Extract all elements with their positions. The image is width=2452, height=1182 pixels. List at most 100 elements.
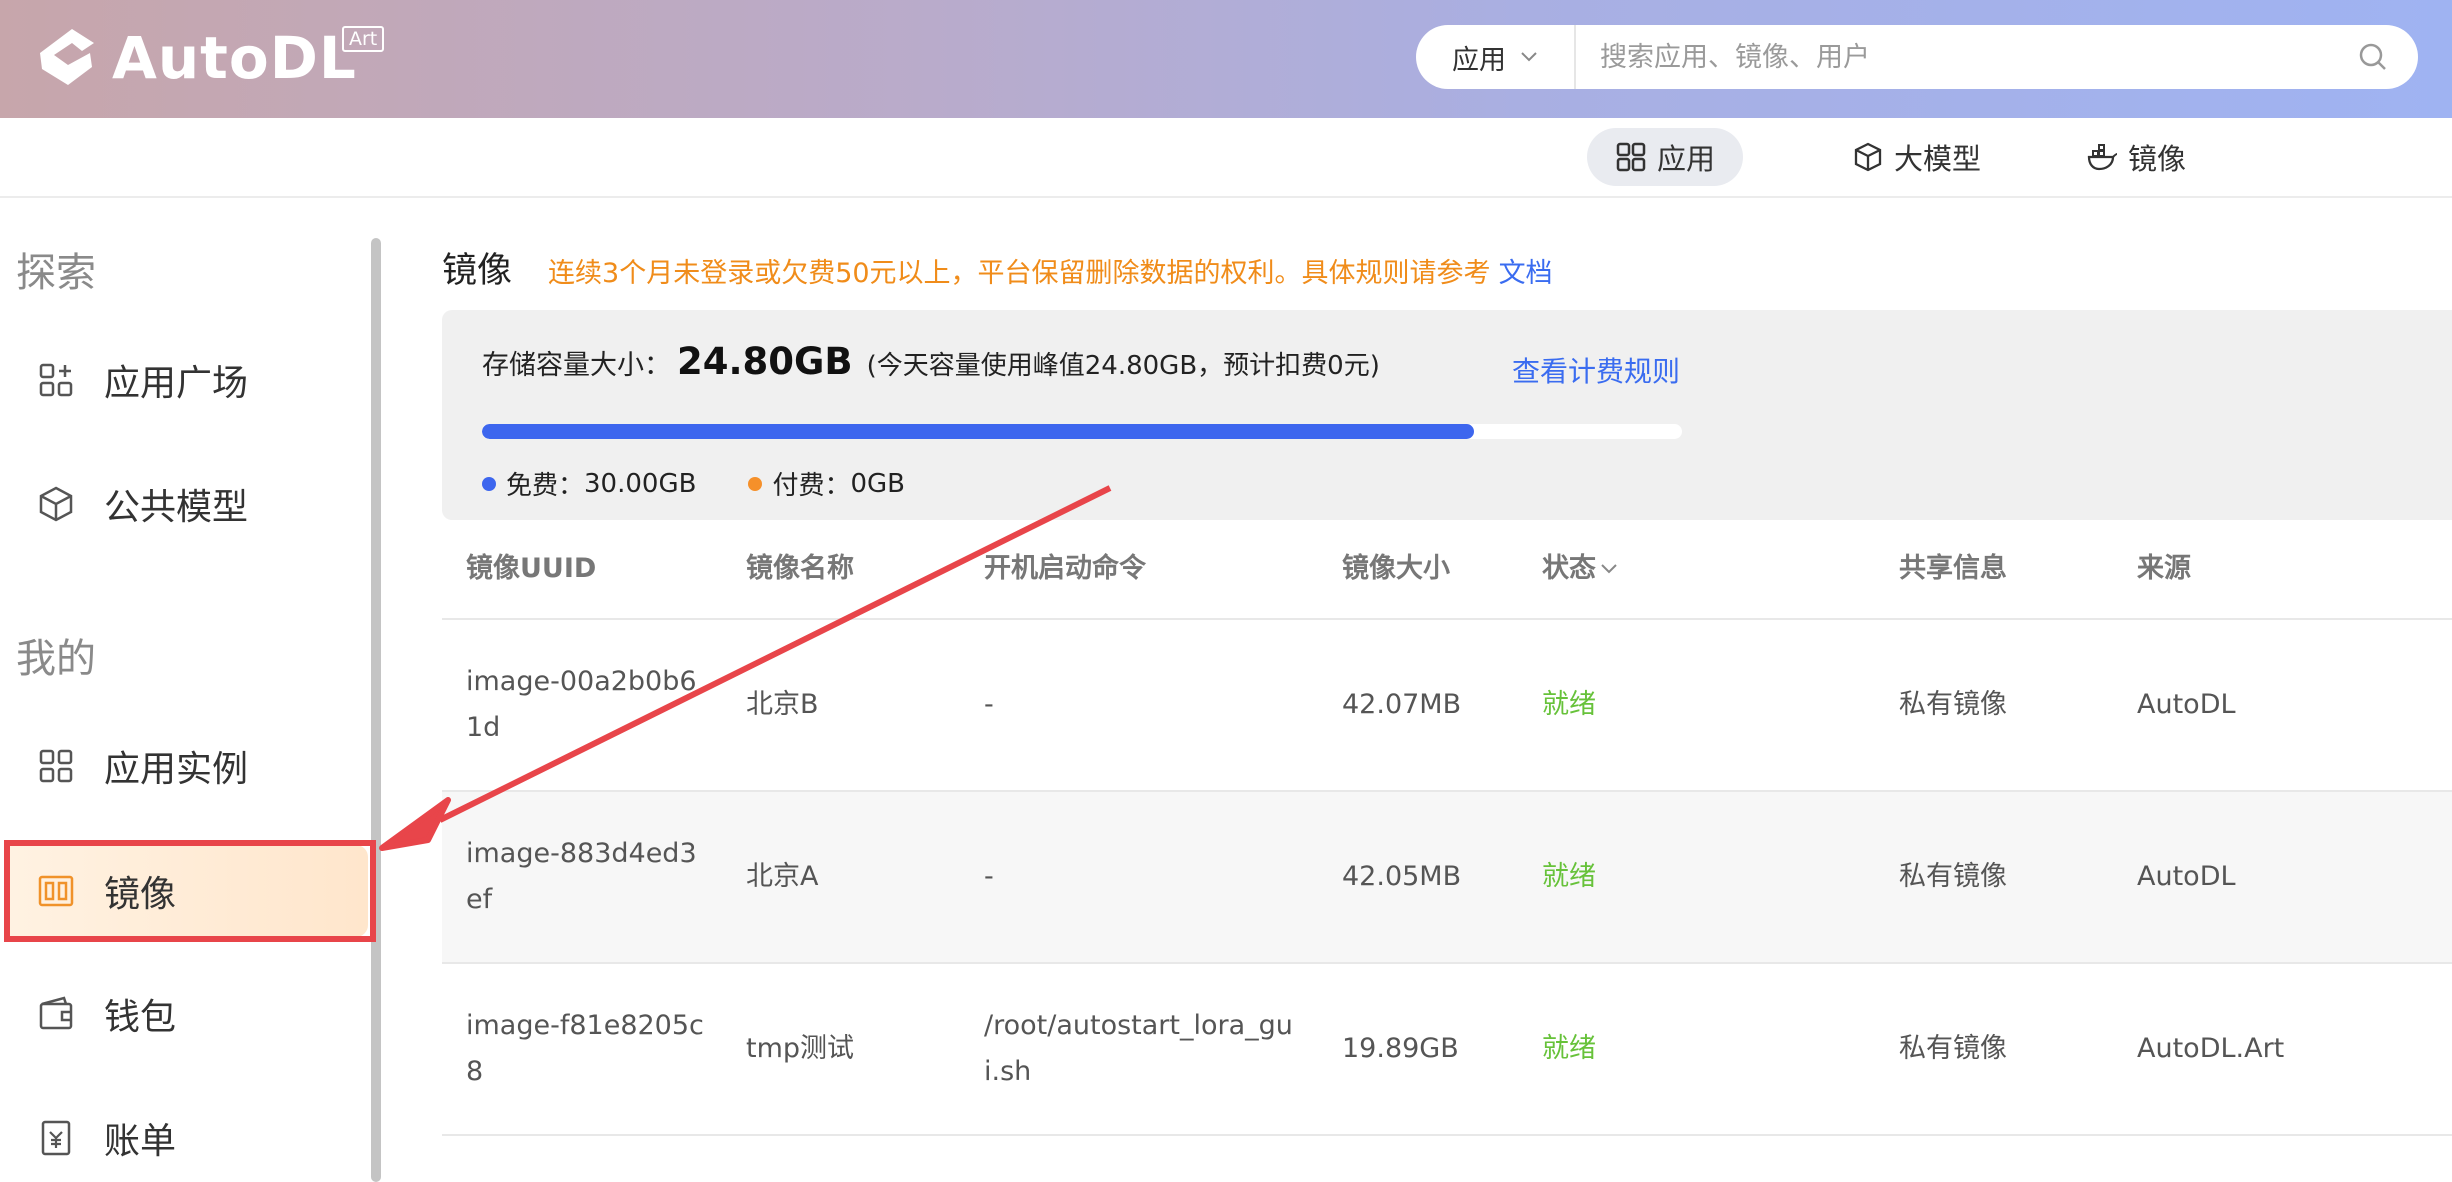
tab-apps[interactable]: 应用 [1587, 128, 1744, 186]
search-bar: 应用 [1416, 25, 2418, 89]
storage-legend: 免费： 30.00GB 付费： 0GB [482, 465, 957, 502]
storage-label: 存储容量大小： [482, 350, 671, 381]
free-dot-icon [482, 476, 496, 491]
cell-status: 就绪 [1542, 1033, 1596, 1064]
col-startup-cmd: 开机启动命令 [984, 553, 1146, 584]
docs-link[interactable]: 文档 [1499, 251, 1553, 290]
storage-panel: 存储容量大小： 24.80GB (今天容量使用峰值24.80GB，预计扣费0元)… [442, 310, 2452, 520]
uuid-text: image-883d4ed3ef [466, 838, 697, 915]
page-heading: 镜像 连续3个月未登录或欠费50元以上，平台保留删除数据的权利。具体规则请参考 … [442, 242, 1553, 293]
cell-uuid: image-883d4ed3ef [442, 831, 722, 923]
storage-value: 24.80GB [677, 340, 853, 383]
cell-cmd: - [984, 689, 994, 720]
sidebar-item-images[interactable]: 镜像 [8, 845, 368, 937]
section-title-explore: 探索 [16, 250, 96, 296]
wallet-icon [39, 996, 73, 1030]
col-status-label: 状态 [1542, 553, 1596, 584]
col-source: 来源 [2137, 553, 2191, 584]
sidebar-item-label: 应用实例 [104, 749, 249, 790]
cell-name: 北京B [746, 689, 819, 720]
logo-badge: Art [342, 26, 385, 52]
col-uuid: 镜像UUID [466, 553, 597, 584]
cell-size: 42.07MB [1342, 689, 1462, 720]
chevron-down-icon [1521, 52, 1537, 62]
legend-paid-value: 0GB [850, 468, 905, 499]
sub-nav: 应用 大模型 镜像 [0, 118, 2452, 198]
uuid-text: image-00a2b0b61d [466, 666, 697, 743]
sidebar-item-app-instances[interactable]: 应用实例 [8, 720, 368, 812]
cube-icon [1854, 142, 1882, 172]
section-title-mine: 我的 [16, 636, 96, 682]
search-input[interactable] [1576, 25, 2358, 89]
storage-summary: 存储容量大小： 24.80GB (今天容量使用峰值24.80GB，预计扣费0元) [482, 340, 1380, 383]
col-size: 镜像大小 [1342, 553, 1450, 584]
cell-uuid: image-00a2b0b61d [442, 659, 722, 751]
main-content: 镜像 连续3个月未登录或欠费50元以上，平台保留删除数据的权利。具体规则请参考 … [442, 200, 2452, 1182]
sidebar-item-label: 镜像 [104, 874, 177, 915]
table-row[interactable]: image-f81e8205c8 tmp测试 /root/autostart_l… [442, 964, 2452, 1136]
tab-models[interactable]: 大模型 [1824, 128, 2009, 186]
cell-share: 私有镜像 [1899, 1033, 2007, 1064]
cell-share: 私有镜像 [1899, 689, 2007, 720]
sidebar: 探索 应用广场 公共模型 我的 应用实例 镜像 钱包 账单 [0, 200, 382, 1182]
cell-status: 就绪 [1542, 689, 1596, 720]
storage-progress-fill [482, 424, 1475, 439]
logo[interactable]: AutoDL Art [32, 22, 385, 94]
docker-icon [2087, 144, 2118, 171]
search-icon[interactable] [2358, 42, 2388, 72]
sidebar-item-public-models[interactable]: 公共模型 [8, 458, 368, 550]
image-icon [38, 875, 74, 907]
sidebar-item-label: 账单 [104, 1121, 177, 1162]
legend-paid: 付费： 0GB [748, 465, 905, 502]
cell-source: AutoDL [2137, 861, 2236, 892]
cube-icon [39, 486, 73, 522]
tab-apps-label: 应用 [1657, 142, 1716, 176]
paid-dot-icon [748, 476, 763, 491]
sidebar-scrollbar[interactable] [371, 238, 381, 1182]
search-type-label: 应用 [1452, 44, 1506, 76]
billing-rules-link[interactable]: 查看计费规则 [1512, 350, 1680, 390]
legend-free-label: 免费： [506, 471, 585, 501]
bill-icon [41, 1120, 71, 1156]
sidebar-item-label: 钱包 [104, 997, 177, 1038]
cell-status: 就绪 [1542, 861, 1596, 892]
cell-name: tmp测试 [746, 1033, 855, 1064]
chevron-down-icon [1601, 564, 1617, 574]
uuid-text: image-f81e8205c8 [466, 1010, 704, 1087]
legend-free: 免费： 30.00GB [482, 465, 696, 502]
autodl-logo-icon [40, 29, 94, 85]
sidebar-item-label: 公共模型 [104, 487, 249, 528]
table-row[interactable]: image-00a2b0b61d 北京B - 42.07MB 就绪 私有镜像 A… [442, 620, 2452, 792]
notice-text: 连续3个月未登录或欠费50元以上，平台保留删除数据的权利。具体规则请参考 [548, 258, 1491, 289]
top-header: AutoDL Art 应用 [0, 0, 2452, 118]
table-header: 镜像UUID 镜像名称 开机启动命令 镜像大小 状态 共享信息 来源 [442, 520, 2452, 620]
cell-cmd: - [984, 861, 994, 892]
cell-cmd: /root/autostart_lora_gui.sh [960, 1003, 1318, 1095]
sidebar-item-app-market[interactable]: 应用广场 [8, 334, 368, 426]
sidebar-item-label: 应用广场 [104, 363, 249, 404]
cell-size: 19.89GB [1342, 1033, 1459, 1064]
storage-note: (今天容量使用峰值24.80GB，预计扣费0元) [866, 351, 1380, 381]
storage-progress-bar [482, 424, 1682, 439]
table-row[interactable]: image-883d4ed3ef 北京A - 42.05MB 就绪 私有镜像 A… [442, 792, 2452, 964]
cell-name: 北京A [746, 861, 819, 892]
logo-text: AutoDL [112, 24, 357, 92]
sidebar-item-bills[interactable]: 账单 [8, 1092, 368, 1182]
col-share: 共享信息 [1899, 553, 2007, 584]
sidebar-item-wallet[interactable]: 钱包 [8, 968, 368, 1060]
legend-free-value: 30.00GB [584, 468, 697, 499]
instances-icon [39, 749, 73, 783]
cell-source: AutoDL.Art [2137, 1033, 2285, 1064]
cell-uuid: image-f81e8205c8 [442, 1003, 722, 1095]
cell-share: 私有镜像 [1899, 861, 2007, 892]
tab-models-label: 大模型 [1894, 142, 1982, 176]
cell-size: 42.05MB [1342, 861, 1462, 892]
apps-plus-icon [39, 363, 73, 397]
col-status[interactable]: 状态 [1518, 546, 1875, 592]
cell-source: AutoDL [2137, 689, 2236, 720]
images-table: 镜像UUID 镜像名称 开机启动命令 镜像大小 状态 共享信息 来源 image… [442, 520, 2452, 1136]
search-type-select[interactable]: 应用 [1416, 25, 1576, 89]
legend-paid-label: 付费： [772, 471, 851, 501]
page-title: 镜像 [442, 251, 513, 291]
tab-images[interactable]: 镜像 [2058, 128, 2214, 186]
